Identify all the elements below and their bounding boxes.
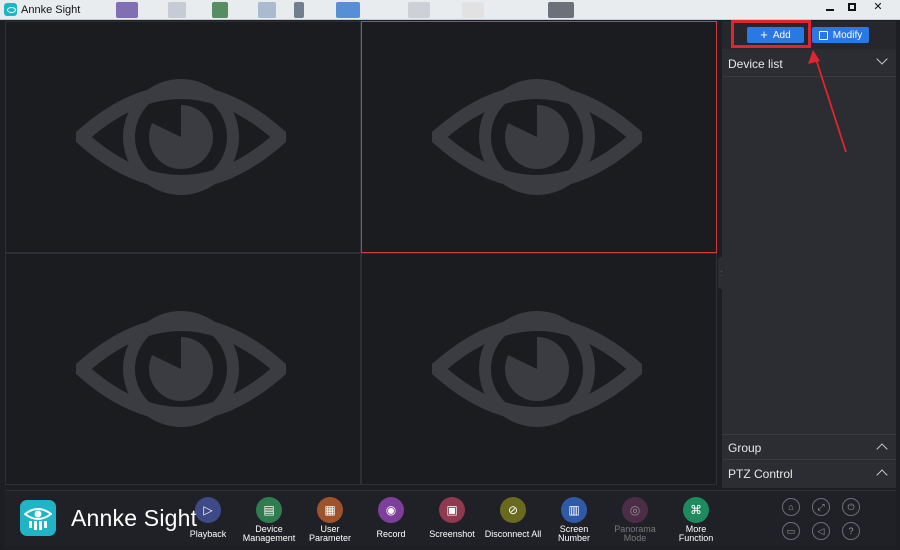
thumbnail-8: [462, 2, 484, 18]
eye-placeholder-icon: [76, 79, 286, 195]
minimize-button[interactable]: [818, 0, 842, 16]
toolbar-button-label: Record: [376, 529, 406, 539]
group-label: Group: [728, 441, 762, 455]
device-management-icon-glyph: ▤: [263, 503, 275, 517]
toolbar-button-label: Screen Number: [557, 524, 590, 543]
toolbar-button-label: Disconnect All: [484, 529, 542, 539]
toolbar-button-label: Device Management: [242, 524, 296, 543]
thumbnail-5: [294, 2, 304, 18]
record-icon-glyph: ◉: [385, 503, 397, 517]
toolbar-screenshot-button[interactable]: ▣ Screenshot: [419, 497, 485, 547]
toolbar-device-management-button[interactable]: ▤ Device Management: [236, 497, 302, 547]
power-icon[interactable]: ⏻: [842, 498, 860, 516]
title-bar: Annke Sight ✕: [0, 0, 900, 20]
eye-placeholder-icon: [432, 79, 642, 195]
modify-button-label: Modify: [832, 29, 863, 41]
video-cell-4[interactable]: [361, 253, 717, 485]
device-list: [722, 77, 896, 432]
close-icon: ✕: [873, 1, 883, 13]
maximize-icon: [848, 3, 856, 11]
screenshot-icon-glyph: ▣: [446, 503, 458, 517]
ptz-control-label: PTZ Control: [728, 467, 793, 481]
device-list-label: Device list: [728, 57, 783, 71]
video-cell-1[interactable]: [5, 21, 361, 253]
panorama-icon: ◎: [622, 497, 648, 523]
panorama-icon-glyph: ◎: [629, 503, 641, 517]
app-logo-icon: [4, 3, 17, 16]
chevron-down-icon: [876, 53, 888, 65]
thumbnail-7: [408, 2, 430, 18]
toolbar-button-label: User Parameter: [308, 524, 352, 543]
video-grid: › ⌄: [5, 21, 728, 511]
user-parameter-icon: ▦: [317, 497, 343, 523]
toolbar-record-button[interactable]: ◉ Record: [358, 497, 424, 547]
device-management-icon: ▤: [256, 497, 282, 523]
bottom-toolbar: Annke Sight ▷ Playback ▤ Device Management ▦…: [5, 490, 896, 547]
taskbar-thumbnails: [108, 0, 608, 20]
toolbar-more-function-button[interactable]: ⌘ More Function: [663, 497, 729, 547]
screen-number-icon: ▥: [561, 497, 587, 523]
thumbnail-9: [548, 2, 574, 18]
eye-placeholder-icon: [432, 311, 642, 427]
eye-placeholder-icon: [76, 311, 286, 427]
screenshot-icon: ▣: [439, 497, 465, 523]
toolbar-playback-button[interactable]: ▷ Playback: [175, 497, 241, 547]
fullscreen-icon[interactable]: ⤢: [812, 498, 830, 516]
toolbar-button-label: Screenshot: [429, 529, 475, 539]
toolbar-button-label: Playback: [189, 529, 227, 539]
record-icon: ◉: [378, 497, 404, 523]
group-header[interactable]: Group: [722, 434, 896, 460]
more-function-icon-glyph: ⌘: [690, 503, 702, 517]
camera-group-icon[interactable]: ⌂: [782, 498, 800, 516]
ptz-control-header[interactable]: PTZ Control: [722, 461, 896, 487]
right-panel: + Add Modify Device list Group PTZ Contr…: [722, 21, 896, 488]
video-cell-2[interactable]: [361, 21, 717, 253]
video-cell-3[interactable]: [5, 253, 361, 485]
sd-card-icon[interactable]: ▭: [782, 522, 800, 540]
maximize-button[interactable]: [840, 0, 864, 16]
toolbar-screen-number-button[interactable]: ▥ Screen Number: [541, 497, 607, 547]
thumbnail-6: [336, 2, 360, 18]
close-button[interactable]: ✕: [866, 0, 890, 16]
modify-device-button[interactable]: Modify: [812, 27, 869, 43]
device-list-header[interactable]: Device list: [722, 51, 896, 77]
disconnect-icon-glyph: ⊘: [507, 503, 519, 517]
more-function-icon: ⌘: [683, 497, 709, 523]
toolbar-button-label: Panorama Mode: [614, 524, 656, 543]
toolbar-button-label: More Function: [678, 524, 714, 543]
brand-logo-icon: [20, 500, 56, 536]
window-title: Annke Sight: [21, 4, 81, 16]
volume-icon[interactable]: ◁: [812, 522, 830, 540]
chevron-up-icon: [876, 469, 888, 481]
thumbnail-4: [258, 2, 276, 18]
app-window: Annke Sight ✕ + Add Modify Device list G…: [0, 0, 900, 550]
toolbar-disconnect-button[interactable]: ⊘ Disconnect All: [480, 497, 546, 547]
chevron-up-icon: [876, 443, 888, 455]
playback-icon: ▷: [195, 497, 221, 523]
thumbnail-2: [168, 2, 186, 18]
screen-number-icon-glyph: ▥: [568, 503, 580, 517]
thumbnail-3: [212, 2, 228, 18]
user-parameter-icon-glyph: ▦: [324, 503, 336, 517]
toolbar-panorama-button[interactable]: ◎ Panorama Mode: [602, 497, 668, 547]
edit-icon: [818, 30, 828, 40]
toolbar-user-parameter-button[interactable]: ▦ User Parameter: [297, 497, 363, 547]
playback-icon-glyph: ▷: [203, 503, 213, 517]
minimize-icon: [826, 9, 834, 11]
thumbnail-1: [116, 2, 138, 18]
annotation-highlight-box: [731, 20, 811, 48]
help-icon[interactable]: ?: [842, 522, 860, 540]
disconnect-icon: ⊘: [500, 497, 526, 523]
